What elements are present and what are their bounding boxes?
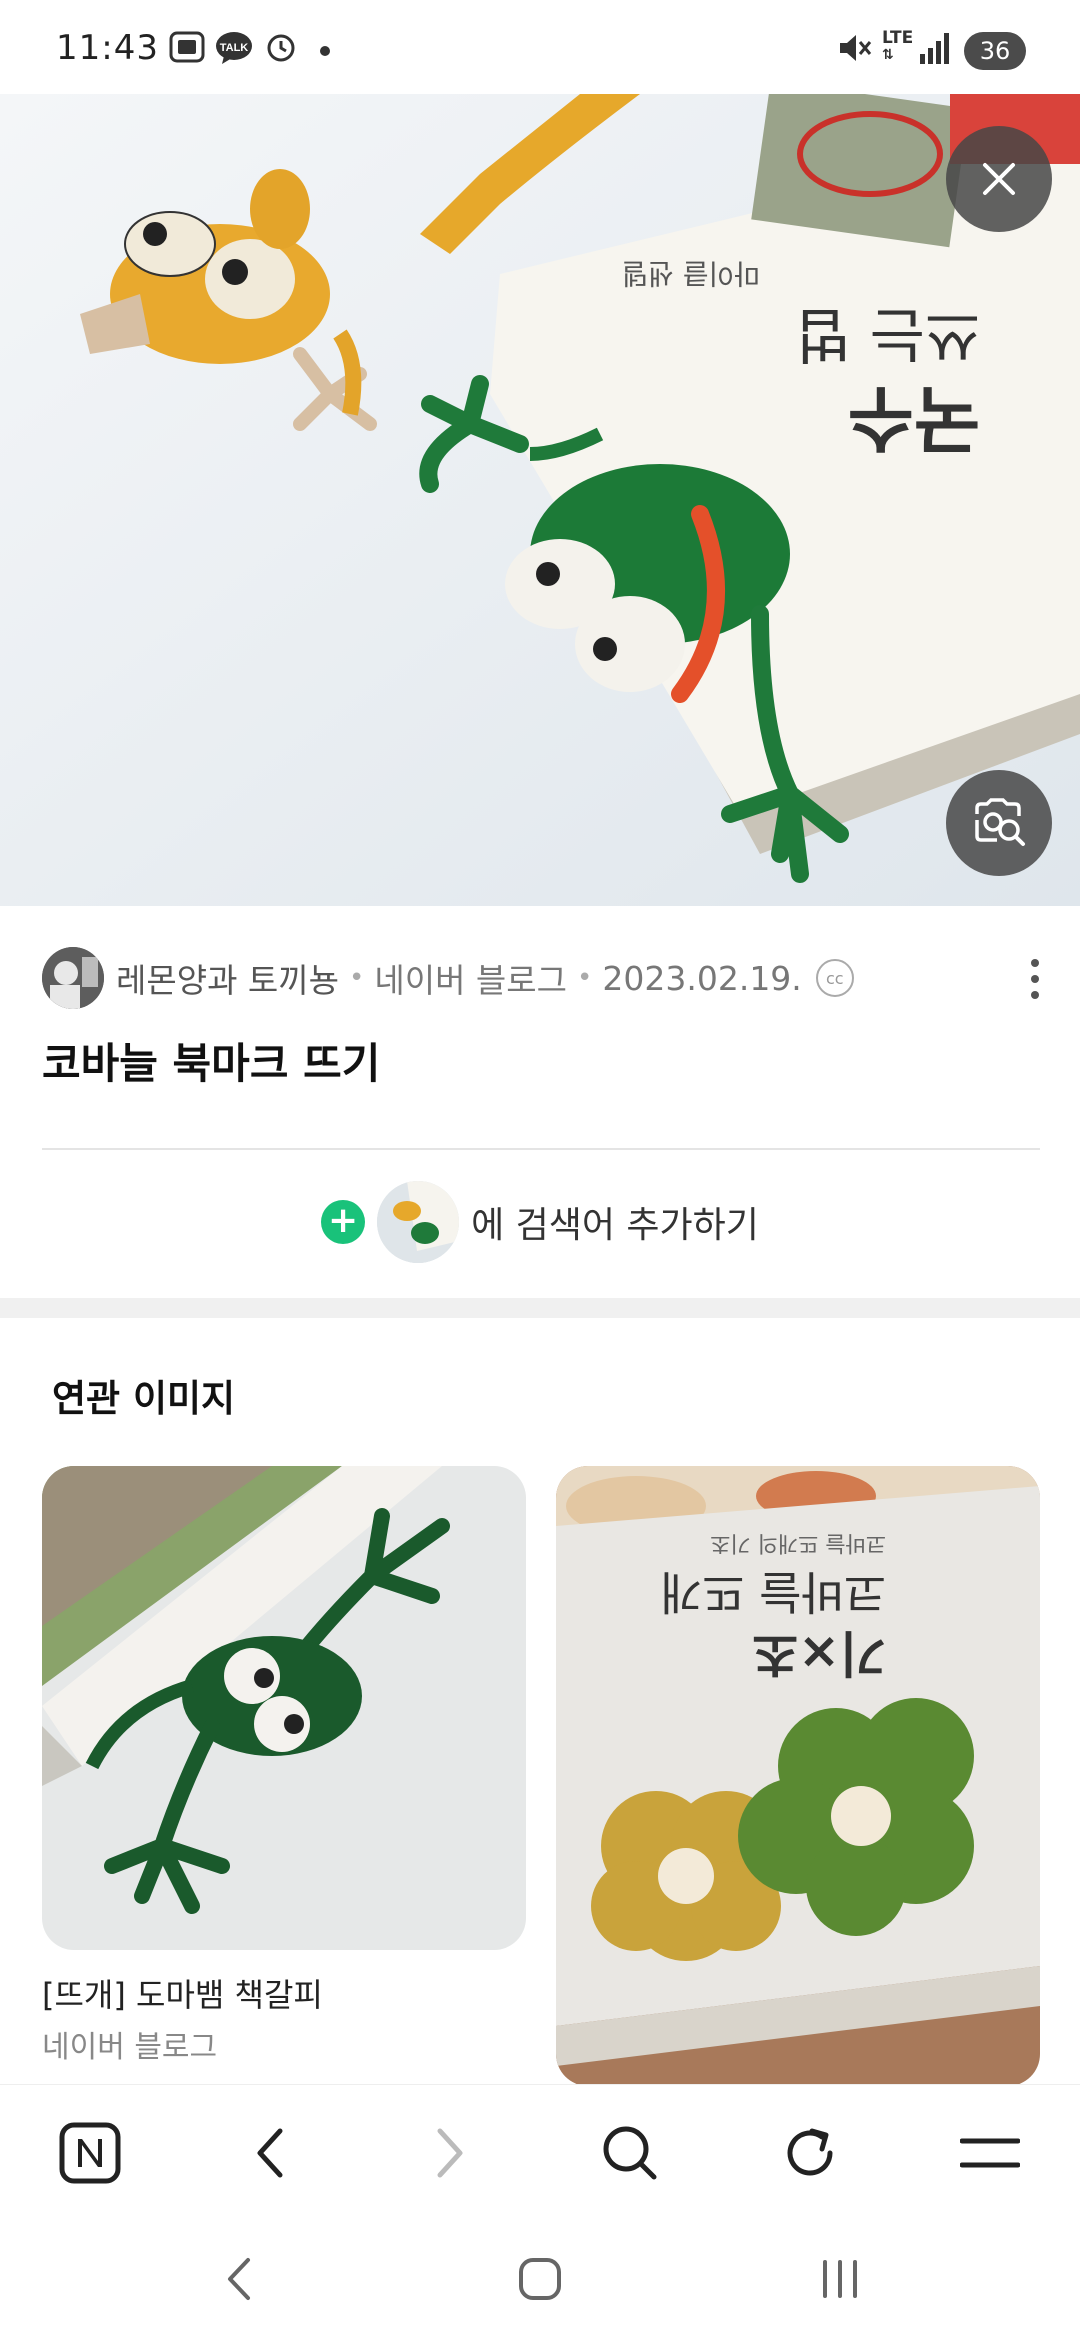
- lens-search-icon: [975, 798, 1025, 846]
- mute-icon: [840, 35, 872, 61]
- forward-icon: [437, 2128, 463, 2178]
- svg-text:쓰는 법: 쓰는 법: [795, 299, 980, 369]
- naver-home-icon: [59, 2122, 121, 2184]
- screenshot-icon: [169, 31, 205, 63]
- network-label: LTE: [882, 28, 914, 48]
- refresh-button[interactable]: [770, 2113, 850, 2193]
- svg-text:마이클 샌델: 마이클 샌델: [622, 257, 760, 290]
- nav-home-icon: [519, 2258, 561, 2300]
- related-image-card[interactable]: 기×초 코바늘 뜨개 코바늘 뜨개의 기초: [556, 1466, 1040, 2086]
- post-date: 2023.02.19.: [602, 958, 802, 998]
- system-navigation-bar: [0, 2214, 1080, 2340]
- result-meta: 레몬양과 토끼뇽 • 네이버 블로그 • 2023.02.19. cc: [42, 946, 854, 1010]
- svg-text:기×초: 기×초: [752, 1624, 886, 1682]
- close-button[interactable]: [946, 126, 1052, 232]
- talk-icon: TALK: [216, 32, 252, 64]
- battery-icon: 36: [964, 32, 1026, 70]
- lizard-bookmark-photo: [42, 1466, 526, 1950]
- menu-button[interactable]: [950, 2113, 1030, 2193]
- avatar-image: [42, 947, 104, 1009]
- status-bar: 11:43 TALK LTE ⇅ 36: [0, 0, 1080, 94]
- author-name[interactable]: 레몬양과 토끼뇽: [116, 954, 339, 1002]
- nav-back-icon: [228, 2258, 250, 2300]
- query-thumbnail: [377, 1181, 460, 1263]
- license-badge: cc: [815, 959, 854, 997]
- svg-text:코바늘 뜨개: 코바늘 뜨개: [660, 1565, 886, 1619]
- related-image-card[interactable]: [42, 1466, 526, 1950]
- signal-icon: [920, 33, 949, 64]
- nav-back-button[interactable]: [200, 2244, 280, 2314]
- plus-icon: +: [321, 1200, 366, 1244]
- back-icon: [257, 2128, 283, 2178]
- result-title[interactable]: 코바늘 북마크 뜨기: [42, 1030, 380, 1091]
- alarm-icon: [267, 34, 295, 62]
- related-section-title: 연관 이미지: [52, 1377, 236, 1420]
- forward-button[interactable]: [410, 2113, 490, 2193]
- thumbnail-image: [377, 1181, 460, 1263]
- search-icon: [603, 2126, 657, 2180]
- menu-icon: [960, 2138, 1020, 2168]
- battery-level: 36: [979, 37, 1011, 65]
- svg-text:TALK: TALK: [220, 42, 249, 54]
- status-time: 11:43: [56, 28, 159, 68]
- dot-icon: [320, 46, 330, 56]
- refresh-icon: [787, 2128, 833, 2176]
- add-query-button[interactable]: + 에 검색어 추가하기: [0, 1180, 1080, 1264]
- browser-toolbar: [0, 2084, 1080, 2215]
- svg-text:코바늘 뜨개의 기초: 코바늘 뜨개의 기초: [710, 1530, 886, 1555]
- author-avatar[interactable]: [42, 947, 104, 1009]
- svg-text:국수: 국수: [848, 377, 980, 461]
- meta-separator: •: [577, 963, 593, 993]
- close-icon: [983, 163, 1015, 195]
- naver-home-button[interactable]: [50, 2113, 130, 2193]
- related-source: 네이버 블로그: [42, 2030, 218, 2065]
- nav-recents-icon: [823, 2260, 857, 2298]
- add-query-label: 에 검색어 추가하기: [471, 1205, 759, 1246]
- meta-separator: •: [349, 963, 365, 993]
- source-name[interactable]: 네이버 블로그: [374, 954, 567, 1002]
- related-caption[interactable]: [뜨개] 도마뱀 책갈피: [42, 1970, 323, 2016]
- back-button[interactable]: [230, 2113, 310, 2193]
- crochet-bookmark-photo: 국수 쓰는 법 마이클 샌델: [0, 94, 1080, 906]
- nav-recents-button[interactable]: [800, 2244, 880, 2314]
- search-button[interactable]: [590, 2113, 670, 2193]
- lte-icon: LTE ⇅: [882, 28, 914, 64]
- lens-search-button[interactable]: [946, 770, 1052, 876]
- hero-image[interactable]: 국수 쓰는 법 마이클 샌델: [0, 94, 1080, 906]
- more-options-icon[interactable]: [1020, 955, 1050, 1005]
- divider: [42, 1148, 1040, 1150]
- flower-bookmark-photo: 기×초 코바늘 뜨개 코바늘 뜨개의 기초: [556, 1466, 1040, 2086]
- section-separator: [0, 1298, 1080, 1318]
- nav-home-button[interactable]: [500, 2244, 580, 2314]
